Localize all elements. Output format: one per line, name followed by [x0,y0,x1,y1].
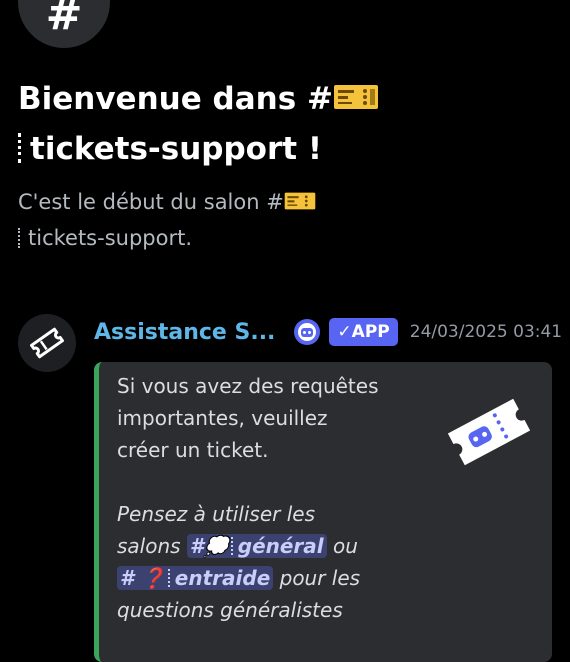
channel-separator-small [18,228,22,248]
avatar[interactable] [18,314,76,372]
embed-line: importantes, veuillez [117,406,328,430]
channel-mention-entraide[interactable]: # ❓ entraide [117,566,274,590]
embed-line: # ❓ entraide pour les [117,562,417,594]
ticket-emoji-small-icon [284,192,316,210]
channel-hash-icon: # [18,0,110,48]
channel-welcome-subtitle: C'est le début du salon # tickets-support… [18,184,538,256]
ticket-avatar-icon [30,327,64,359]
message-header: Assistance S... ✓APP 24/03/2025 03:41 [94,314,562,350]
channel-separator [18,133,24,163]
embed-line: Pensez à utiliser les [117,502,316,526]
embed-line: Si vous avez des requêtes [117,374,379,398]
channel-mention-general[interactable]: #💭 général [186,534,327,558]
message-author[interactable]: Assistance S... [94,320,275,345]
embed-line: salons #💭 général ou [117,534,358,558]
check-icon: ✓ [337,322,352,342]
message-timestamp: 24/03/2025 03:41 [409,322,563,342]
app-badge: ✓APP [329,318,398,346]
ticket-thumbnail-icon[interactable] [444,392,534,472]
embed-line: questions généralistes [117,598,343,622]
bot-emblem-icon [294,319,321,345]
ticket-emoji-icon [333,85,378,109]
embed-line: créer un ticket. [117,438,269,462]
channel-welcome-title: Bienvenue dans # tickets-support ! [18,74,558,174]
message-embed: Si vous avez des requêtes importantes, v… [94,362,552,662]
embed-description: Si vous avez des requêtes importantes, v… [117,370,417,626]
